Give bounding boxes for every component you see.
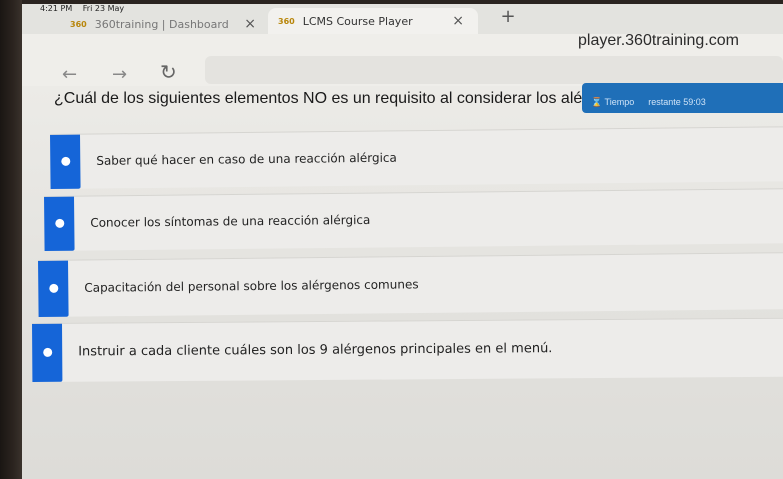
answer-option[interactable]: Conocer los síntomas de una reacción alé… [44, 187, 783, 251]
hourglass-label: ⌛ Tiempo [591, 97, 635, 107]
site-logo-icon: 360 [278, 16, 295, 26]
option-label: Instruir a cada cliente cuáles son los 9… [78, 341, 553, 360]
site-logo-icon: 360 [70, 19, 87, 29]
close-icon[interactable]: × [244, 16, 256, 32]
back-icon[interactable]: ← [62, 64, 77, 85]
timer-label: ⌛ Tiempo restante 59:03 [591, 97, 706, 108]
timer-remaining: restante 59:03 [648, 97, 706, 107]
answer-option[interactable]: Instruir a cada cliente cuáles son los 9… [32, 317, 783, 382]
radio-button[interactable] [43, 347, 53, 357]
reload-icon[interactable]: ↻ [160, 60, 177, 84]
tab-course-player[interactable]: 360 LCMS Course Player × [268, 8, 478, 34]
radio-button[interactable] [61, 156, 71, 166]
timer-badge: ⌛ Tiempo restante 59:03 [582, 83, 783, 113]
option-label: Capacitación del personal sobre los alér… [84, 277, 419, 295]
new-tab-button[interactable]: + [497, 6, 519, 28]
tab-label: LCMS Course Player [302, 14, 413, 28]
option-marker [50, 134, 81, 189]
option-marker [38, 260, 69, 317]
url-text[interactable]: player.360training.com [578, 32, 739, 50]
answer-option[interactable]: Saber qué hacer en caso de una reacción … [50, 125, 783, 189]
close-icon[interactable]: × [452, 13, 464, 29]
tab-dashboard[interactable]: 360 360training | Dashboard × [60, 12, 270, 36]
tab-label: 360training | Dashboard [94, 17, 229, 31]
option-marker [44, 196, 75, 251]
option-marker [32, 323, 63, 382]
address-bar[interactable] [205, 56, 783, 84]
answer-option[interactable]: Capacitación del personal sobre los alér… [38, 251, 783, 317]
radio-button[interactable] [55, 218, 65, 228]
forward-icon[interactable]: → [112, 64, 127, 85]
option-label: Conocer los síntomas de una reacción alé… [90, 212, 371, 230]
device-bezel-left [0, 0, 22, 479]
radio-button[interactable] [49, 283, 59, 293]
option-label: Saber qué hacer en caso de una reacción … [96, 150, 397, 168]
screen: 4:21 PM Fri 23 May 360 360training | Das… [0, 0, 783, 479]
